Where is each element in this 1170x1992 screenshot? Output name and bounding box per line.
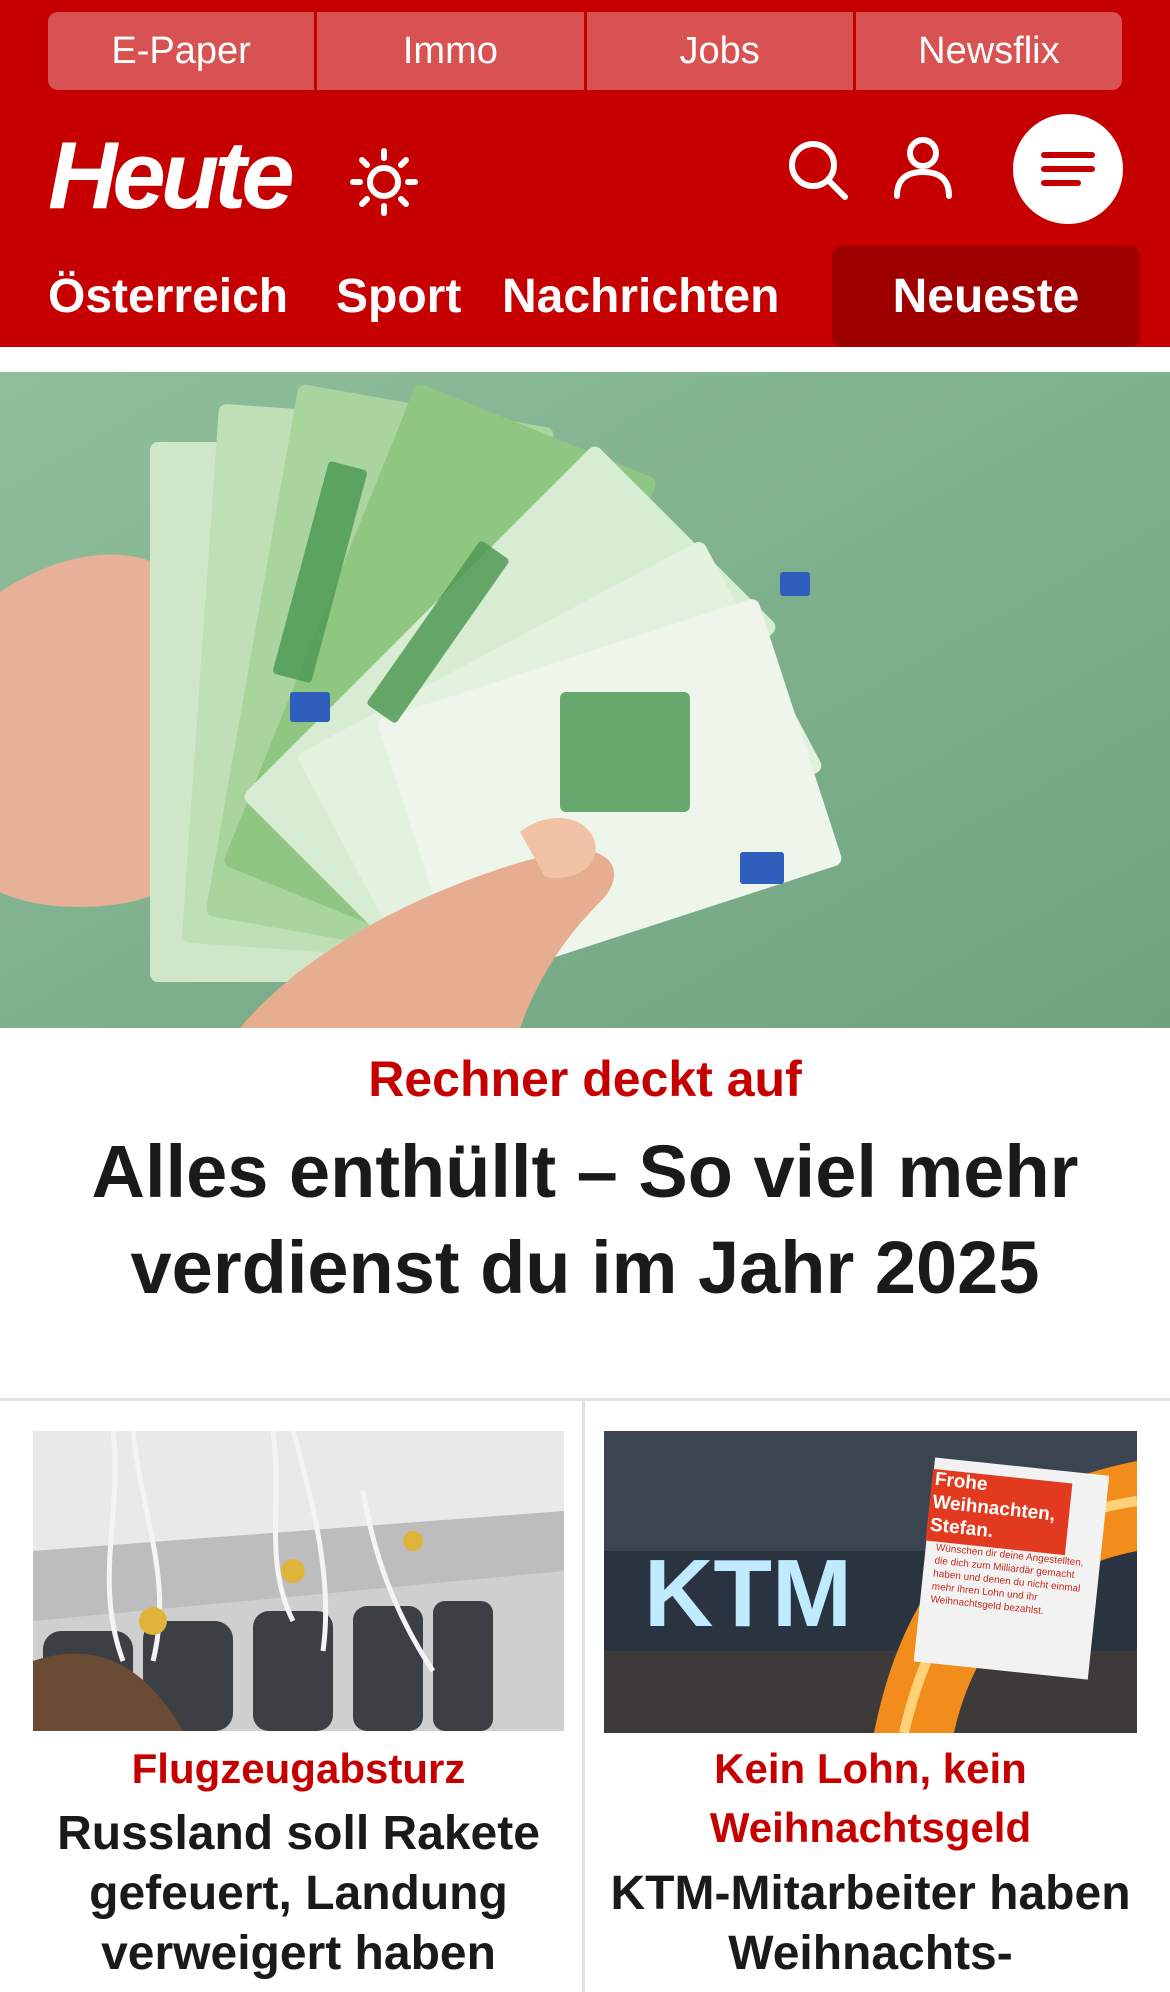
site-header: E-Paper Immo Jobs Newsflix Heute Österre…: [0, 0, 1170, 347]
article-title[interactable]: Russland soll Rakete gefeuert, Landung v…: [33, 1804, 564, 1984]
menu-button[interactable]: [1013, 114, 1123, 224]
nav-item-nachrichten[interactable]: Nachrichten: [502, 246, 779, 347]
hero-kicker[interactable]: Rechner deckt auf: [0, 1050, 1170, 1108]
nav-item-oesterreich[interactable]: Österreich: [48, 246, 288, 347]
column-divider: [582, 1400, 585, 1992]
sun-icon[interactable]: [350, 148, 418, 216]
hero-title[interactable]: Alles enthüllt – So viel mehr verdienst …: [80, 1124, 1090, 1316]
search-icon[interactable]: [786, 138, 850, 202]
nav-item-sport[interactable]: Sport: [336, 246, 461, 347]
article-kicker[interactable]: Kein Lohn, kein Weihnachtsgeld: [604, 1739, 1137, 1857]
top-link-jobs[interactable]: Jobs: [586, 12, 853, 90]
top-link-immo[interactable]: Immo: [317, 12, 584, 90]
article-image-plane-cabin[interactable]: [33, 1431, 564, 1731]
plane-cabin-illustration: [33, 1431, 564, 1731]
article-image-ktm-sign[interactable]: KTM Frohe Weihnachten, Stefan. Wünschen …: [604, 1431, 1137, 1733]
site-logo[interactable]: Heute: [48, 128, 295, 224]
menu-icon: [1041, 152, 1095, 186]
ktm-sign-text: Frohe Weihnachten, Stefan.: [929, 1468, 1057, 1543]
section-divider: [0, 1398, 1170, 1401]
top-links-bar: E-Paper Immo Jobs Newsflix: [48, 12, 1122, 90]
top-link-newsflix[interactable]: Newsflix: [855, 12, 1122, 90]
top-link-epaper[interactable]: E-Paper: [48, 12, 315, 90]
nav-item-neueste[interactable]: Neueste: [832, 246, 1140, 347]
hero-image[interactable]: [0, 372, 1170, 1028]
article-title[interactable]: KTM-Mitarbeiter haben Weihnachts-: [604, 1864, 1137, 1984]
ktm-sign-illustration: KTM Frohe Weihnachten, Stefan. Wünschen …: [604, 1431, 1137, 1733]
ktm-sign-logo: KTM: [644, 1540, 852, 1647]
article-kicker[interactable]: Flugzeugabsturz: [33, 1739, 564, 1798]
euro-banknotes-illustration: [0, 372, 1170, 1028]
user-icon[interactable]: [892, 136, 954, 200]
